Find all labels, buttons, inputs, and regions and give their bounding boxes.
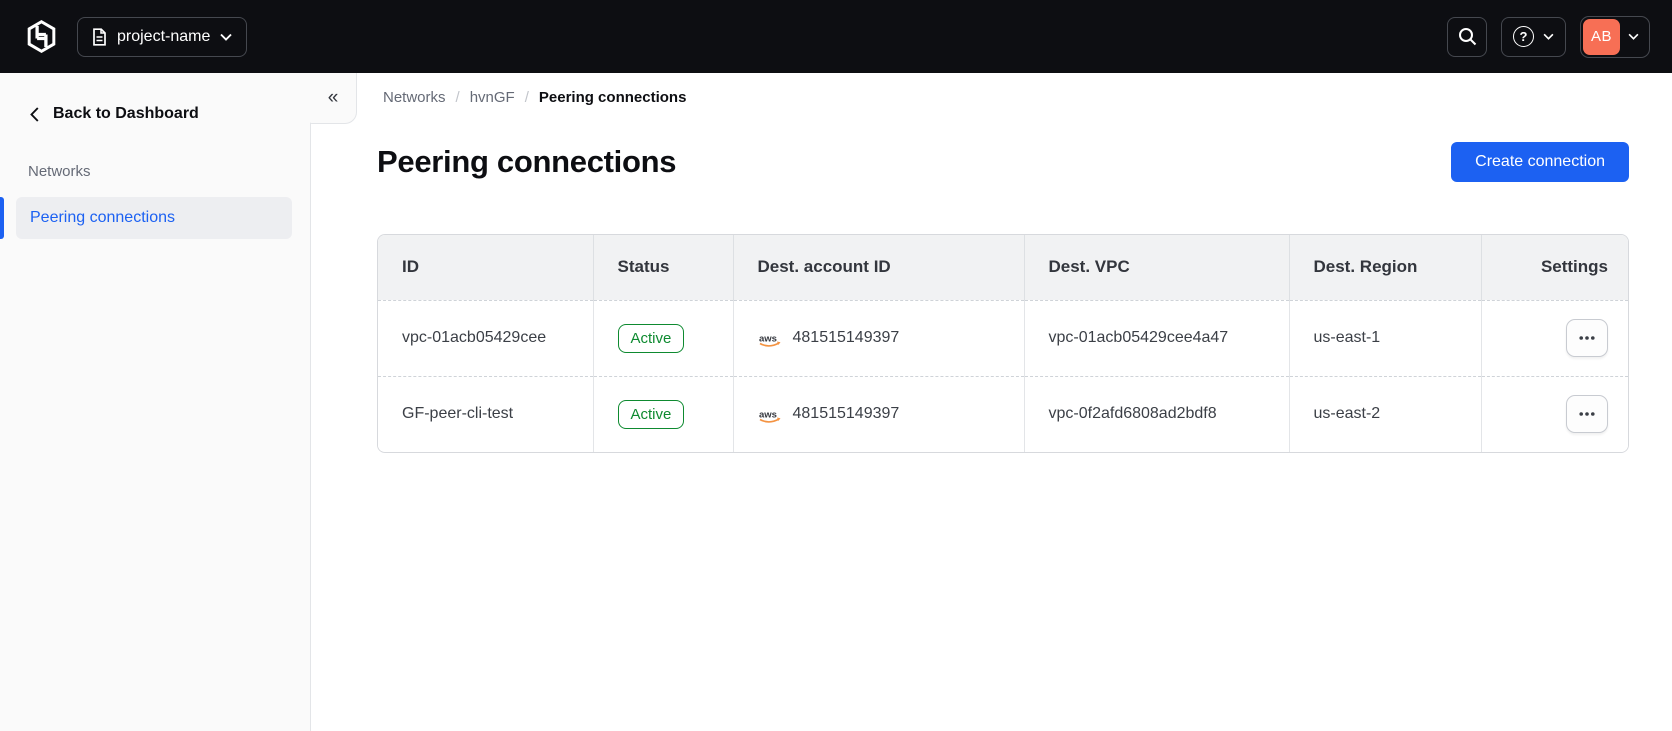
main-content: « Networks / hvnGF / Peering connections… [310,73,1672,731]
chevron-down-icon [1543,33,1554,40]
topbar: project-name ? AB [0,0,1672,73]
peering-connections-table: ID Status Dest. account ID Dest. VPC Des… [377,234,1629,453]
search-icon [1458,28,1476,46]
aws-icon: aws [758,332,782,348]
help-menu-button[interactable]: ? [1501,16,1566,57]
sidebar-section-networks: Networks [28,163,91,180]
row-settings-button[interactable] [1566,395,1608,434]
breadcrumb-separator: / [455,89,460,106]
cell-dest-region: us-east-1 [1288,299,1481,376]
column-header-id: ID [378,235,593,300]
column-header-dest-region: Dest. Region [1288,235,1481,300]
column-header-dest-account-id: Dest. account ID [732,235,1024,300]
sidebar-collapse-button[interactable]: « [310,73,357,124]
cell-dest-vpc: vpc-01acb05429cee4a47 [1023,299,1289,376]
svg-text:aws: aws [759,409,777,420]
user-menu-button[interactable]: AB [1580,15,1650,58]
cell-dest-account-id: aws 481515149397 [732,299,1024,376]
ellipsis-icon [1579,336,1595,340]
breadcrumb-separator: / [524,89,529,106]
column-header-settings: Settings [1480,235,1628,300]
help-icon: ? [1513,26,1534,47]
account-id-value: 481515149397 [792,405,900,423]
cell-dest-region: us-east-2 [1288,375,1481,452]
hashicorp-logo[interactable] [26,20,57,53]
breadcrumb-current: Peering connections [538,89,687,106]
cell-id: GF-peer-cli-test [378,375,593,452]
chevron-down-icon [220,33,233,41]
ellipsis-icon [1579,412,1595,417]
column-header-dest-vpc: Dest. VPC [1023,235,1289,300]
active-indicator [0,197,4,239]
project-name-label: project-name [117,27,211,45]
row-settings-button[interactable] [1566,319,1608,357]
back-to-dashboard-label: Back to Dashboard [53,105,199,122]
cell-settings [1480,375,1628,452]
account-id-value: 481515149397 [792,329,900,346]
sidebar-item-label: Peering connections [30,209,175,226]
breadcrumb-networks[interactable]: Networks [383,89,446,106]
breadcrumb: Networks / hvnGF / Peering connections [383,89,1629,106]
aws-icon: aws [758,408,782,424]
table-row: GF-peer-cli-test Active aws 481515149397… [378,375,1628,452]
cell-id: vpc-01acb05429cee [378,299,593,376]
status-badge: Active [617,399,685,429]
cell-dest-vpc: vpc-0f2afd6808ad2bdf8 [1023,375,1289,452]
sidebar: Back to Dashboard Networks Peering conne… [0,73,311,731]
column-header-status: Status [592,235,733,300]
avatar: AB [1583,18,1620,55]
cell-status: Active [592,375,733,452]
chevron-left-icon [30,106,39,122]
cell-settings [1480,299,1628,376]
chevron-down-icon [1628,33,1639,40]
table-row: vpc-01acb05429cee Active aws 48151514939… [378,299,1628,376]
document-icon [93,27,106,46]
back-to-dashboard-link[interactable]: Back to Dashboard [0,105,310,123]
status-badge: Active [617,323,685,353]
app-window: project-name ? AB Back to Dashboard Netw… [0,0,1672,731]
collapse-icon: « [327,87,339,108]
sidebar-item-peering-connections[interactable]: Peering connections [0,197,292,239]
cell-status: Active [592,299,733,376]
hashicorp-logo-icon [27,20,56,53]
cell-dest-account-id: aws 481515149397 [732,375,1024,452]
page-title: Peering connections [377,144,677,179]
table-header-row: ID Status Dest. account ID Dest. VPC Des… [378,235,1628,300]
project-switcher[interactable]: project-name [77,16,248,57]
breadcrumb-hvn[interactable]: hvnGF [470,89,515,106]
search-button[interactable] [1447,16,1487,57]
create-connection-button[interactable]: Create connection [1451,142,1629,182]
svg-text:aws: aws [759,333,777,344]
